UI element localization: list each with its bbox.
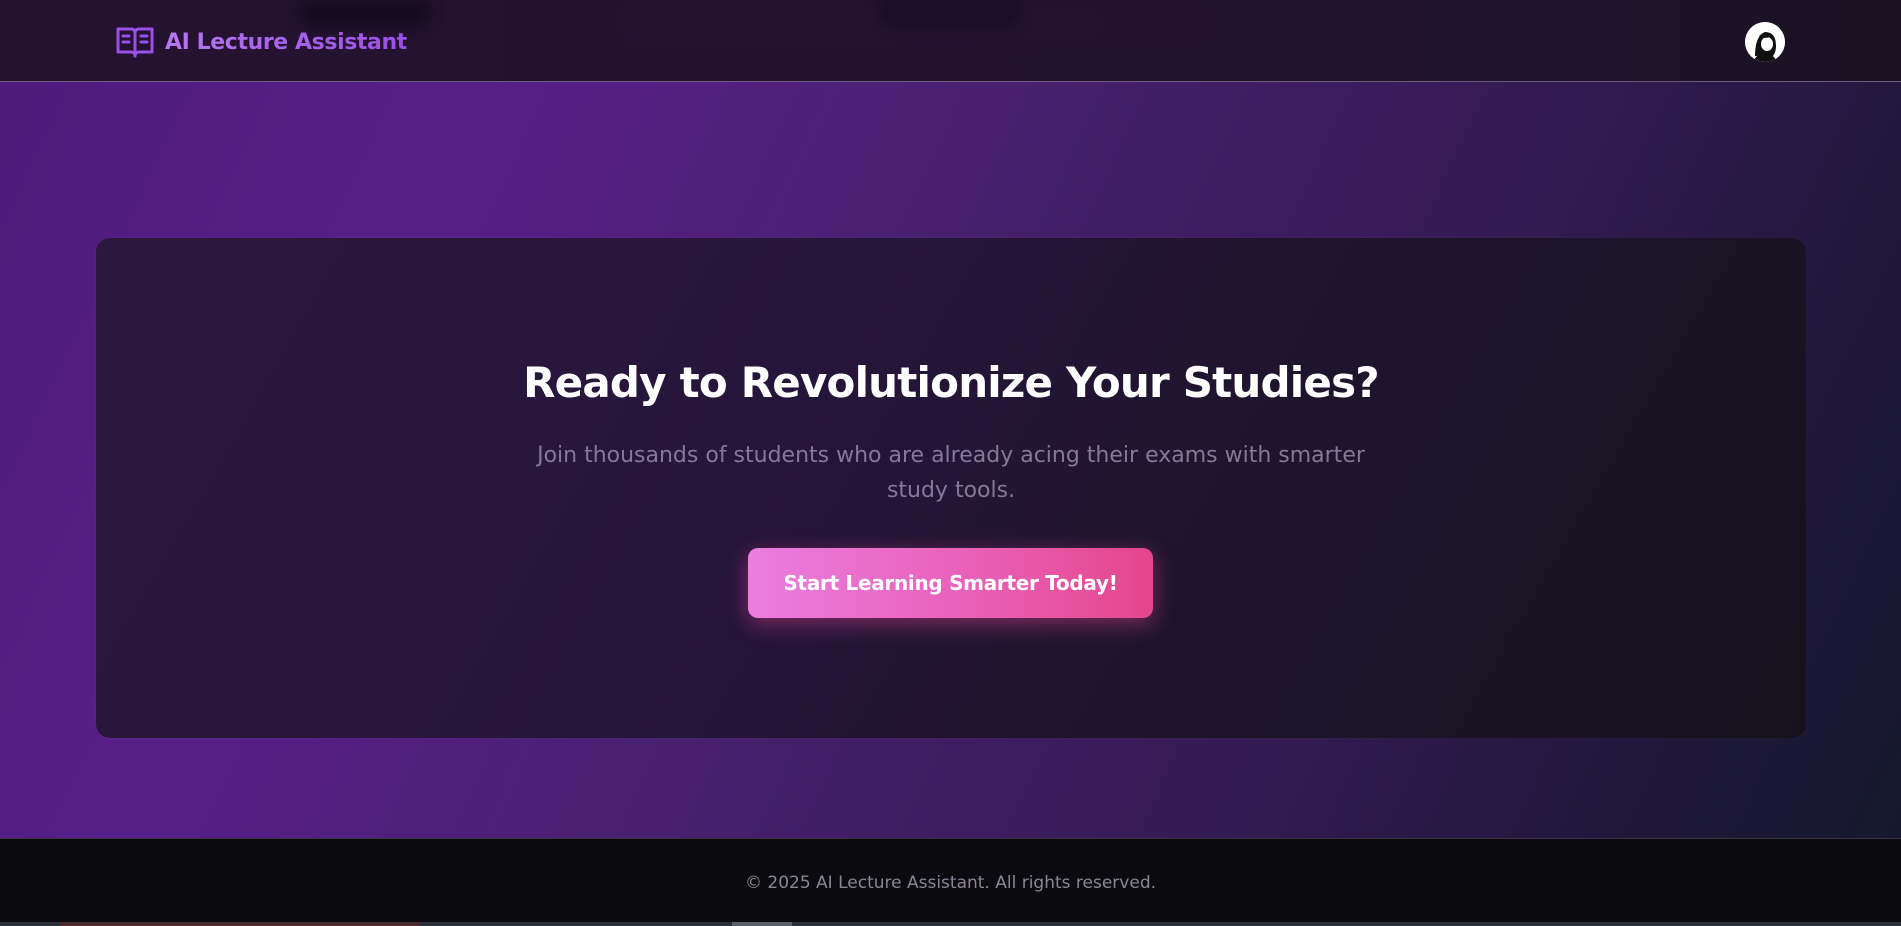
cta-subtitle: Join thousands of students who are alrea… <box>537 443 1365 503</box>
page: AI Lecture Assistant Ready to Revolution… <box>0 0 1901 926</box>
brand-name: AI Lecture Assistant <box>165 29 407 55</box>
user-avatar-icon <box>1745 22 1785 62</box>
window-bottom-edge-segment <box>732 922 792 926</box>
cta-card: Ready to Revolutionize Your Studies? Joi… <box>96 238 1806 738</box>
blurred-background-element <box>620 0 1220 48</box>
footer: © 2025 AI Lecture Assistant. All rights … <box>0 838 1901 924</box>
cta-section: Ready to Revolutionize Your Studies? Joi… <box>0 82 1901 838</box>
start-learning-button[interactable]: Start Learning Smarter Today! <box>748 548 1153 618</box>
footer-copyright: © 2025 AI Lecture Assistant. All rights … <box>744 873 1157 893</box>
window-bottom-edge-segment <box>60 922 420 926</box>
open-book-icon <box>116 25 154 59</box>
top-navbar: AI Lecture Assistant <box>0 0 1901 82</box>
cta-title: Ready to Revolutionize Your Studies? <box>523 358 1380 407</box>
brand-logo-link[interactable]: AI Lecture Assistant <box>116 22 407 62</box>
user-avatar[interactable] <box>1745 22 1785 62</box>
